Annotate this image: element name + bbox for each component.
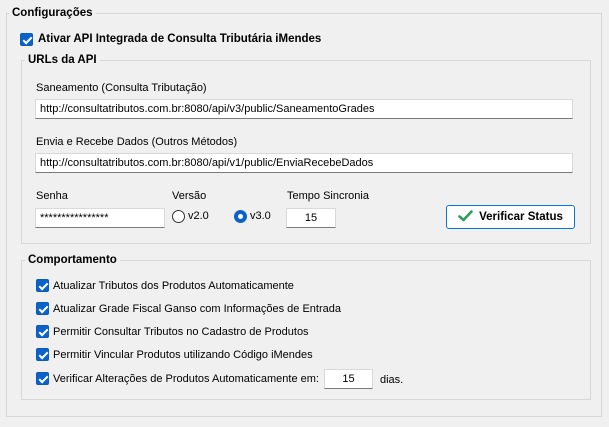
versao-v20-label[interactable]: v2.0 — [188, 209, 209, 223]
behavior-option-4-label[interactable]: Permitir Vincular Produtos utilizando Có… — [53, 348, 313, 362]
tempo-sincronia-input[interactable]: 15 — [286, 208, 336, 228]
saneamento-url-input[interactable]: http://consultatributos.com.br:8080/api/… — [35, 99, 573, 119]
senha-input[interactable]: **************** — [35, 208, 165, 228]
behavior-option-5-checkbox[interactable] — [36, 372, 49, 385]
behavior-option-1-label[interactable]: Atualizar Tributos dos Produtos Automati… — [53, 279, 294, 293]
urls-group-title: URLs da API — [25, 53, 100, 67]
versao-v30-radio[interactable] — [234, 210, 247, 223]
versao-v30-label[interactable]: v3.0 — [250, 209, 271, 223]
senha-label: Senha — [36, 190, 68, 202]
behavior-option-3-label[interactable]: Permitir Consultar Tributos no Cadastro … — [53, 325, 309, 339]
envia-label: Envia e Recebe Dados (Outros Métodos) — [36, 136, 238, 148]
versao-v20-radio[interactable] — [172, 210, 185, 223]
enable-api-label[interactable]: Ativar API Integrada de Consulta Tributá… — [38, 32, 321, 46]
behavior-option-4-checkbox[interactable] — [36, 348, 49, 361]
behavior-group-title: Comportamento — [25, 253, 120, 267]
behavior-option-3-checkbox[interactable] — [36, 325, 49, 338]
behavior-option-1-checkbox[interactable] — [36, 279, 49, 292]
verify-status-button[interactable]: Verificar Status — [446, 205, 575, 229]
behavior-option-5-label[interactable]: Verificar Alterações de Produtos Automat… — [53, 372, 319, 386]
days-unit-label: dias. — [380, 374, 404, 386]
behavior-option-2-label[interactable]: Atualizar Grade Fiscal Ganso com Informa… — [53, 302, 341, 316]
verify-status-label: Verificar Status — [479, 211, 563, 223]
versao-label: Versão — [172, 190, 207, 202]
config-group-title: Configurações — [9, 6, 96, 20]
behavior-option-2-checkbox[interactable] — [36, 302, 49, 315]
check-icon — [458, 209, 473, 225]
days-input[interactable]: 15 — [324, 369, 373, 389]
saneamento-label: Saneamento (Consulta Tributação) — [36, 82, 207, 94]
tempo-sincronia-label: Tempo Sincronia — [287, 190, 369, 202]
settings-window: { "config_group": { "title": "Configuraç… — [0, 0, 609, 427]
envia-url-input[interactable]: http://consultatributos.com.br:8080/api/… — [35, 153, 573, 173]
enable-api-checkbox[interactable] — [20, 33, 33, 46]
